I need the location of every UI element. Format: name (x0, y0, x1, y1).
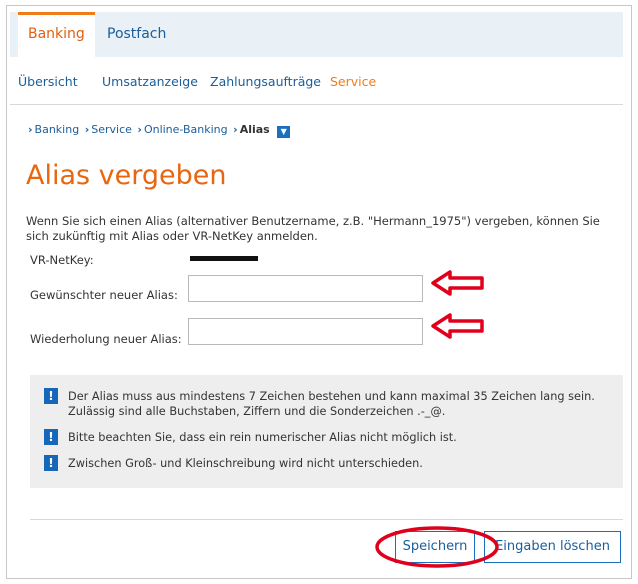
info-icon: ! (44, 429, 58, 445)
info-text: Bitte beachten Sie, dass ein rein numeri… (68, 431, 457, 444)
breadcrumb-item-service[interactable]: Service (91, 123, 132, 136)
clear-inputs-button[interactable]: Eingaben löschen (484, 531, 621, 563)
new-alias-label: Gewünschter neuer Alias: (30, 288, 178, 302)
info-icon: ! (44, 388, 58, 404)
info-text: Der Alias muss aus mindestens 7 Zeichen … (68, 390, 595, 418)
tab-postfach[interactable]: Postfach (107, 12, 166, 57)
breadcrumb-chevron-icon: › (233, 123, 238, 136)
red-arrow-icon (431, 270, 484, 296)
breadcrumb-chevron-icon: › (28, 123, 33, 136)
subnav-item-umsatzanzeige[interactable]: Umsatzanzeige (102, 74, 198, 89)
page-title: Alias vergeben (26, 160, 227, 191)
breadcrumb-item-banking[interactable]: Banking (35, 123, 80, 136)
breadcrumb: › Banking › Service › Online-Banking › Alias… (26, 123, 291, 138)
subnav-item-zahlungsauftraege[interactable]: Zahlungsaufträge (210, 74, 321, 89)
repeat-alias-input[interactable] (188, 318, 423, 345)
sub-navigation: Übersicht Umsatzanzeige Zahlungsaufträge… (10, 57, 623, 105)
chevron-down-icon[interactable]: ▼ (277, 126, 291, 138)
red-circle-annotation-icon (375, 526, 499, 568)
divider (30, 519, 623, 520)
red-arrow-icon (431, 313, 484, 339)
tab-banking[interactable]: Banking (18, 12, 95, 57)
repeat-alias-label: Wiederholung neuer Alias: (30, 332, 182, 346)
subnav-item-service[interactable]: Service (330, 74, 376, 89)
subnav-item-uebersicht[interactable]: Übersicht (18, 74, 78, 89)
breadcrumb-chevron-icon: › (84, 123, 90, 136)
breadcrumb-chevron-icon: › (137, 123, 142, 136)
intro-text: Wenn Sie sich einen Alias (alternativer … (26, 214, 600, 243)
info-box: ! Der Alias muss aus mindestens 7 Zeiche… (30, 375, 623, 488)
top-tab-bar: Banking Postfach (10, 12, 623, 57)
info-text: Zwischen Groß- und Kleinschreibung wird … (68, 457, 423, 470)
info-icon: ! (44, 455, 58, 471)
netkey-redacted-value (190, 256, 258, 261)
new-alias-input[interactable] (188, 275, 423, 302)
netkey-label: VR-NetKey: (30, 253, 94, 267)
breadcrumb-item-online-banking[interactable]: Online-Banking (144, 123, 228, 136)
breadcrumb-item-alias: Alias (239, 123, 270, 136)
